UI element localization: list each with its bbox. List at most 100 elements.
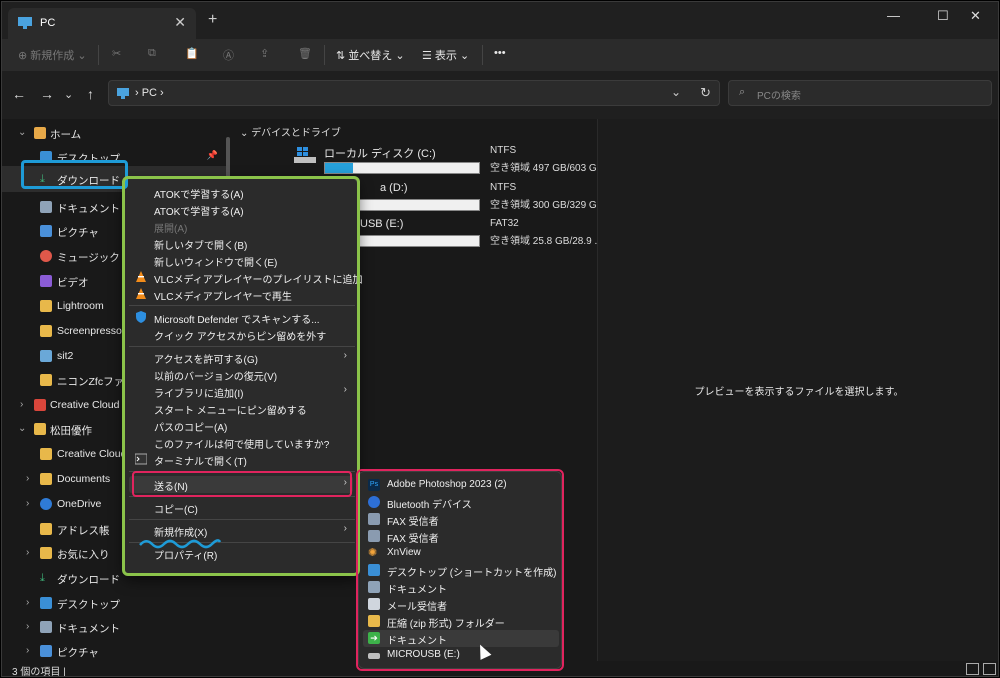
menu-item-vlc-playlist[interactable]: VLCメディアプレイヤーのプレイリストに追加 <box>129 269 362 286</box>
recent-chevron-icon[interactable]: ⌄ <box>64 88 73 101</box>
send-to-fax[interactable]: FAX 受信者 <box>363 511 559 528</box>
menu-item-send-to[interactable]: 送る(N) › <box>129 476 353 493</box>
menu-divider <box>129 496 355 497</box>
menu-item-pin-start[interactable]: スタート メニューにピン留めする <box>129 400 353 417</box>
send-to-label: ドキュメント <box>387 585 447 596</box>
send-to-documents-2[interactable]: ➔ ドキュメント <box>363 630 559 647</box>
chevron-right-icon[interactable]: › <box>26 597 29 608</box>
rename-icon[interactable]: Ⓐ <box>223 47 234 63</box>
menu-item-vlc-play[interactable]: VLCメディアプレイヤーで再生 <box>129 286 353 303</box>
share-icon[interactable]: ⇪ <box>260 47 269 60</box>
menu-item-copy-path[interactable]: パスのコピー(A) <box>129 417 353 434</box>
send-to-zip[interactable]: 圧縮 (zip 形式) フォルダー <box>363 613 559 630</box>
defender-shield-icon <box>136 311 146 323</box>
copy-icon[interactable]: ⧉ <box>148 47 156 60</box>
chevron-down-icon[interactable]: ⌄ <box>18 127 26 138</box>
chevron-right-icon[interactable]: › <box>26 621 29 632</box>
preview-pane: プレビューを表示するファイルを選択します。 <box>597 119 998 661</box>
sidebar-item-label: デスクトップ <box>57 153 120 165</box>
close-window-button[interactable]: ✕ <box>970 8 981 24</box>
refresh-icon[interactable]: ↻ <box>700 85 711 101</box>
send-to-microusb[interactable]: MICROUSB (E:) <box>363 647 559 664</box>
chevron-right-icon[interactable]: › <box>26 473 29 484</box>
send-to-desktop-shortcut[interactable]: デスクトップ (ショートカットを作成) <box>363 562 559 579</box>
new-tab-button[interactable]: + <box>208 11 217 29</box>
folder-icon <box>40 473 52 485</box>
sort-button[interactable]: ⇅ 並べ替え ⌄ <box>336 47 405 63</box>
sidebar-item-label: ホーム <box>50 129 82 141</box>
sidebar-item-home[interactable]: ⌄ ホーム <box>2 122 228 146</box>
send-to-bluetooth[interactable]: Bluetooth デバイス <box>363 494 559 511</box>
forward-arrow-icon[interactable]: → <box>40 86 54 102</box>
up-arrow-icon[interactable]: ↑ <box>87 86 94 102</box>
search-box[interactable]: ⌕ PCの検索 <box>728 80 992 106</box>
chevron-down-icon[interactable]: ⌄ <box>671 85 681 99</box>
tab-close-icon[interactable]: ✕ <box>174 14 186 31</box>
details-view-icon[interactable] <box>966 663 979 675</box>
tab-pc[interactable]: PC ✕ <box>8 8 196 39</box>
maximize-button[interactable]: ☐ <box>937 8 949 24</box>
delete-icon[interactable]: 🗑 <box>298 47 312 60</box>
more-options-button[interactable]: ••• <box>494 47 506 59</box>
desktop-icon <box>40 597 52 609</box>
new-item-button[interactable]: ⊕ 新規作成 ⌄ <box>18 47 87 63</box>
cut-icon[interactable]: ✂ <box>112 47 121 60</box>
menu-item-restore-versions[interactable]: 以前のバージョンの復元(V) <box>129 366 353 383</box>
video-icon <box>40 275 52 287</box>
sidebar-item-user-desktop[interactable]: › デスクトップ <box>2 592 228 616</box>
user-folder-icon <box>34 423 46 435</box>
sidebar-item-user-documents-2[interactable]: › ドキュメント <box>2 616 228 640</box>
menu-item-atok-learn[interactable]: ATOKで学習する(A) <box>129 184 353 201</box>
menu-item-open-new-window[interactable]: 新しいウィンドウで開く(E) <box>129 252 353 269</box>
sidebar-item-label: Lightroom <box>57 300 104 312</box>
back-arrow-icon[interactable]: ← <box>12 86 26 102</box>
send-to-fax-2[interactable]: FAX 受信者 <box>363 528 559 545</box>
menu-item-add-to-library[interactable]: ライブラリに追加(I) › <box>129 383 353 400</box>
sidebar-item-label: デスクトップ <box>57 599 120 611</box>
chevron-down-icon[interactable]: ⌄ <box>18 423 26 434</box>
sidebar-item-label: ミュージック <box>57 252 120 264</box>
menu-item-defender-scan[interactable]: Microsoft Defender でスキャンする... <box>129 309 353 326</box>
pc-icon <box>117 88 129 99</box>
menu-item-label: クイック アクセスからピン留めを外す <box>154 332 327 343</box>
tiles-view-icon[interactable] <box>983 663 996 675</box>
sidebar-item-label: アドレス帳 <box>57 525 110 537</box>
photoshop-icon: Ps <box>368 479 380 491</box>
chevron-right-icon[interactable]: › <box>26 645 29 656</box>
menu-item-copy[interactable]: コピー(C) <box>129 499 353 516</box>
address-bar[interactable]: › PC › ⌄ ↻ <box>108 80 720 106</box>
menu-item-atok-learn-2[interactable]: ATOKで学習する(A) <box>129 201 353 218</box>
send-to-documents[interactable]: ドキュメント <box>363 579 559 596</box>
menu-item-what-uses-file[interactable]: このファイルは何で使用していますか? <box>129 434 353 451</box>
breadcrumb[interactable]: › PC › <box>135 87 164 99</box>
minimize-button[interactable]: — <box>887 8 900 23</box>
chevron-right-icon[interactable]: › <box>26 498 29 509</box>
view-button[interactable]: ☰ 表示 ⌄ <box>422 47 469 63</box>
send-to-mail[interactable]: メール受信者 <box>363 596 559 613</box>
sidebar-item-label: ドキュメント <box>57 623 120 635</box>
sidebar-item-label: ドキュメント <box>57 203 120 215</box>
xnview-icon: ✺ <box>368 547 378 559</box>
menu-item-open-new-tab[interactable]: 新しいタブで開く(B) <box>129 235 353 252</box>
menu-item-give-access[interactable]: アクセスを許可する(G) › <box>129 349 353 366</box>
paste-icon[interactable]: 📋 <box>185 47 199 60</box>
chevron-right-icon[interactable]: › <box>20 399 23 410</box>
folder-icon <box>40 374 52 386</box>
drive-filesystem: NTFS <box>490 182 517 193</box>
chevron-right-icon[interactable]: › <box>26 547 29 558</box>
tab-title: PC <box>40 17 56 29</box>
drive-c[interactable]: ローカル ディスク (C:) NTFS 空き領域 497 GB/603 GB <box>294 145 603 181</box>
send-to-xnview[interactable]: ✺ XnView <box>363 545 559 562</box>
pin-icon: 📌 <box>206 150 218 160</box>
new-item-label: 新規作成 <box>30 50 75 62</box>
network-folder-icon <box>40 350 52 362</box>
sidebar-item-label: ビデオ <box>57 277 89 289</box>
menu-divider <box>129 519 355 520</box>
group-header-devices[interactable]: ⌄ デバイスとドライブ <box>240 124 341 139</box>
menu-item-unpin-quick-access[interactable]: クイック アクセスからピン留めを外す <box>129 326 353 343</box>
send-to-photoshop[interactable]: Ps Adobe Photoshop 2023 (2) <box>363 477 559 494</box>
folder-icon <box>40 325 52 337</box>
picture-icon <box>40 225 52 237</box>
menu-item-open-terminal[interactable]: ターミナルで開く(T) <box>129 451 353 468</box>
menu-item-label: コピー(C) <box>154 505 198 516</box>
